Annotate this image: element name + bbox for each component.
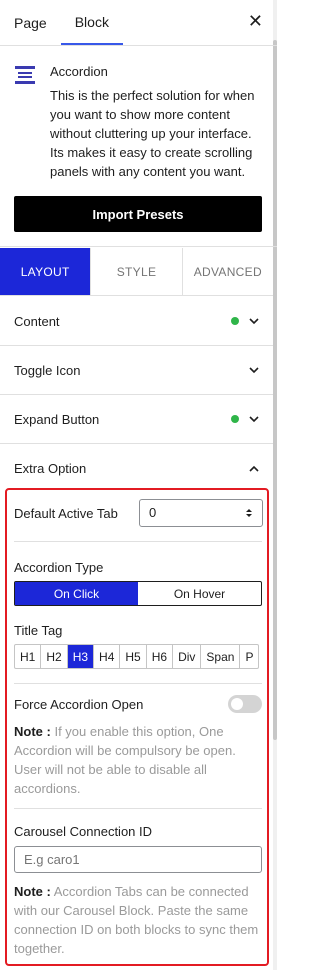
toggle-knob (231, 698, 243, 710)
panel-extra-option[interactable]: Extra Option (0, 444, 273, 493)
tab-style[interactable]: STYLE (90, 248, 182, 295)
accordion-type-label: Accordion Type (14, 560, 104, 575)
tab-block[interactable]: Block (60, 0, 123, 45)
chevron-up-icon (249, 465, 259, 472)
title-tag-h3[interactable]: H3 (66, 645, 94, 668)
sidebar-header-tabs: Page Block ✕ (0, 0, 277, 46)
tab-advanced[interactable]: ADVANCED (181, 248, 273, 295)
block-description: This is the perfect solution for when yo… (50, 88, 255, 179)
title-tag-h1[interactable]: H1 (15, 645, 40, 668)
force-open-label: Force Accordion Open (14, 697, 144, 712)
panel-expand-button[interactable]: Expand Button (0, 395, 273, 444)
title-tag-div[interactable]: Div (172, 645, 200, 668)
chevron-down-icon (249, 367, 259, 374)
status-dot (231, 317, 239, 325)
title-tag-h6[interactable]: H6 (145, 645, 172, 668)
force-open-toggle[interactable] (228, 695, 262, 713)
title-tag-label: Title Tag (14, 623, 63, 638)
title-tag-h2[interactable]: H2 (40, 645, 66, 668)
carousel-id-input[interactable] (14, 846, 262, 873)
default-active-tab-label: Default Active Tab (14, 506, 118, 521)
extra-option-panel-body: Default Active Tab 0 Accordion Type On C… (5, 488, 269, 966)
accordion-type-on-hover[interactable]: On Hover (138, 582, 261, 605)
carousel-id-label: Carousel Connection ID (14, 824, 153, 839)
panel-label: Expand Button (14, 411, 100, 427)
panel-content[interactable]: Content (0, 297, 273, 346)
note-prefix: Note : (14, 724, 51, 739)
default-active-tab-select[interactable]: 0 (139, 499, 263, 527)
settings-tabs: LAYOUT STYLE ADVANCED (0, 248, 273, 296)
tab-page[interactable]: Page (0, 0, 61, 45)
import-presets-button[interactable]: Import Presets (14, 196, 262, 232)
accordion-type-toggle: On Click On Hover (14, 581, 262, 606)
select-arrows-icon (246, 509, 252, 517)
title-tag-group: H1 H2 H3 H4 H5 H6 Div Span P (14, 644, 260, 669)
note-text: Accordion Tabs can be connected with our… (14, 884, 259, 956)
close-icon[interactable]: ✕ (248, 11, 263, 32)
block-title: Accordion (50, 64, 108, 79)
settings-panels: Content Toggle Icon Expand Button Extra … (0, 297, 273, 493)
carousel-note: Note : Accordion Tabs can be connected w… (14, 882, 262, 958)
title-tag-h4[interactable]: H4 (93, 645, 119, 668)
title-tag-h5[interactable]: H5 (119, 645, 145, 668)
chevron-down-icon (249, 318, 259, 325)
title-tag-p[interactable]: P (239, 645, 258, 668)
select-value: 0 (149, 505, 157, 520)
divider (14, 683, 262, 684)
panel-label: Extra Option (14, 461, 87, 476)
tab-layout[interactable]: LAYOUT (0, 248, 91, 295)
panel-toggle-icon[interactable]: Toggle Icon (0, 346, 273, 395)
chevron-down-icon (249, 416, 259, 423)
title-tag-span[interactable]: Span (200, 645, 239, 668)
panel-label: Content (14, 313, 60, 329)
divider (14, 808, 262, 809)
panel-label: Toggle Icon (14, 362, 81, 378)
force-open-note: Note : If you enable this option, One Ac… (14, 722, 262, 798)
note-prefix: Note : (14, 884, 51, 899)
status-dot (231, 415, 239, 423)
divider (14, 541, 262, 542)
accordion-type-on-click[interactable]: On Click (15, 582, 138, 605)
accordion-icon (15, 66, 35, 84)
